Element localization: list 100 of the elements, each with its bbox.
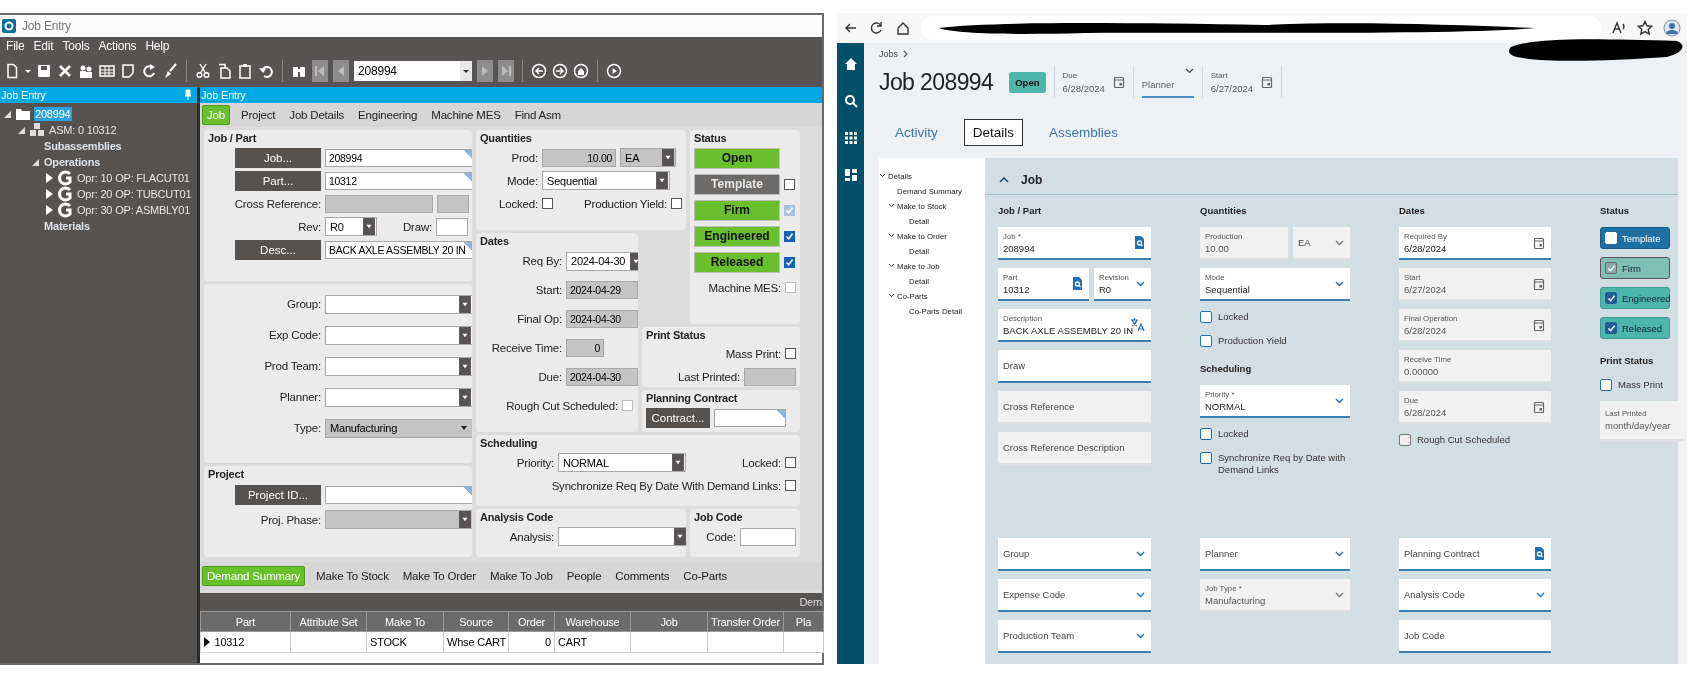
dropdown-field[interactable]: Sequential — [542, 171, 670, 190]
button[interactable]: Contract... — [646, 407, 710, 428]
cut-icon[interactable] — [195, 63, 211, 79]
status-toggle[interactable]: Template — [1600, 227, 1670, 249]
chevron-up-icon[interactable] — [999, 177, 1009, 183]
text-field[interactable]: Cross Reference Description — [998, 432, 1151, 465]
tree-item[interactable]: Opr: 20 OP: TUBCUT01 — [76, 187, 193, 201]
delete-icon[interactable] — [57, 63, 73, 79]
button[interactable]: Part... — [235, 170, 321, 191]
checkbox[interactable] — [785, 282, 796, 293]
refresh-icon[interactable] — [869, 20, 885, 36]
dropdown-field[interactable]: R0 — [325, 217, 377, 236]
menu-item[interactable]: Edit — [33, 39, 54, 53]
dropdown-field[interactable]: Analysis Code — [1399, 579, 1551, 612]
tab[interactable]: Machine MES — [428, 106, 504, 124]
checkbox[interactable] — [542, 198, 553, 209]
tree-item[interactable]: Operations — [43, 155, 102, 169]
column-header[interactable]: Part — [200, 611, 291, 632]
text-field[interactable] — [437, 194, 469, 213]
dropdown-field[interactable] — [325, 294, 472, 314]
text-field[interactable]: 2024-04-29 — [566, 281, 638, 299]
checkbox[interactable] — [1605, 292, 1617, 304]
text-field[interactable] — [325, 486, 472, 504]
play-icon[interactable] — [606, 63, 622, 79]
dropdown-field[interactable]: EA — [1293, 227, 1350, 260]
undo-icon[interactable] — [258, 63, 274, 79]
record-field[interactable]: 208994 — [354, 61, 472, 81]
text-field[interactable] — [325, 194, 433, 213]
tab[interactable]: Details — [963, 118, 1024, 146]
column-header[interactable]: Warehouse — [554, 611, 631, 632]
status-button[interactable]: Template — [694, 173, 780, 195]
dropdown-field[interactable] — [558, 527, 686, 546]
calendar-icon[interactable] — [1261, 75, 1274, 89]
text-field[interactable] — [714, 408, 786, 427]
forward-icon[interactable] — [552, 63, 568, 79]
status-button[interactable]: Engineered — [694, 225, 780, 247]
pin-icon[interactable] — [183, 89, 193, 101]
brush-icon[interactable] — [162, 63, 178, 79]
status-toggle[interactable]: Released — [1600, 317, 1670, 339]
checkbox[interactable] — [671, 198, 682, 209]
checkbox[interactable] — [785, 480, 796, 491]
column-header[interactable]: Job — [630, 611, 708, 632]
dropdown-field[interactable]: Expense Code — [998, 579, 1151, 612]
text-field[interactable]: 208994 — [325, 148, 472, 167]
refresh-icon[interactable] — [141, 63, 157, 79]
tab[interactable]: Job Details — [286, 106, 348, 124]
column-header[interactable]: Attribute Set — [290, 611, 367, 632]
tab[interactable]: Make To Order — [399, 567, 479, 585]
text-field[interactable]: BACK AXLE ASSEMBLY 20 IN — [325, 240, 472, 259]
expander-icon[interactable] — [3, 109, 12, 119]
note-icon[interactable] — [120, 63, 136, 79]
dropdown-field[interactable]: Group — [998, 538, 1151, 571]
menu-item[interactable]: Help — [145, 39, 170, 53]
tree-item[interactable]: Materials — [43, 219, 91, 233]
dropdown-field[interactable] — [325, 510, 472, 529]
text-field[interactable]: 0 — [566, 339, 604, 357]
button[interactable]: Job... — [235, 147, 321, 168]
expander-icon[interactable] — [45, 173, 54, 183]
chevron-down-icon[interactable] — [888, 203, 895, 210]
table-icon[interactable] — [99, 63, 115, 79]
checkbox[interactable] — [1200, 311, 1212, 323]
checkbox[interactable] — [1200, 335, 1212, 347]
text-field[interactable]: 10.00 — [542, 148, 616, 167]
button[interactable]: Desc... — [235, 239, 321, 260]
expander-icon[interactable] — [17, 125, 26, 135]
checkbox[interactable] — [622, 400, 633, 411]
dropdown-field[interactable]: NORMAL — [558, 453, 686, 472]
expander-icon[interactable] — [31, 157, 40, 167]
text-field[interactable]: Job Code — [1399, 620, 1551, 653]
column-header[interactable]: Pla — [783, 611, 824, 632]
status-toggle[interactable]: Engineered — [1600, 287, 1670, 309]
button[interactable]: Project ID... — [235, 485, 321, 505]
tab[interactable]: Engineering — [355, 106, 421, 124]
checkbox[interactable] — [1200, 452, 1212, 464]
dropdown-field[interactable] — [325, 387, 472, 407]
tab[interactable]: Activity — [887, 119, 946, 145]
column-header[interactable]: Transfer Order — [707, 611, 784, 632]
chevron-down-icon[interactable] — [888, 263, 895, 270]
dropdown-field[interactable]: Planner — [1200, 538, 1350, 571]
search-icon[interactable] — [843, 94, 858, 108]
checkbox[interactable] — [1200, 428, 1212, 440]
copy-icon[interactable] — [216, 63, 232, 79]
text-field[interactable] — [436, 217, 468, 236]
save-icon[interactable] — [36, 63, 52, 79]
breadcrumb-link[interactable]: Jobs — [879, 49, 898, 59]
dropdown-field[interactable] — [325, 356, 472, 376]
status-button[interactable]: Released — [694, 251, 780, 273]
text-field[interactable]: Draw — [998, 350, 1151, 383]
checkbox[interactable] — [785, 457, 796, 468]
new-document-icon[interactable] — [4, 63, 20, 79]
menu-item[interactable]: Actions — [98, 39, 137, 53]
dropdown-field[interactable] — [325, 325, 472, 345]
tab[interactable]: Co-Parts — [680, 567, 731, 585]
chevron-down-icon[interactable] — [879, 173, 886, 180]
tab[interactable]: People — [563, 567, 605, 585]
checkbox[interactable] — [1605, 322, 1617, 334]
paste-icon[interactable] — [237, 63, 253, 79]
home-icon[interactable] — [573, 63, 589, 79]
star-icon[interactable] — [1637, 20, 1653, 36]
tree-item[interactable]: ASM: 0 10312 — [48, 123, 118, 137]
